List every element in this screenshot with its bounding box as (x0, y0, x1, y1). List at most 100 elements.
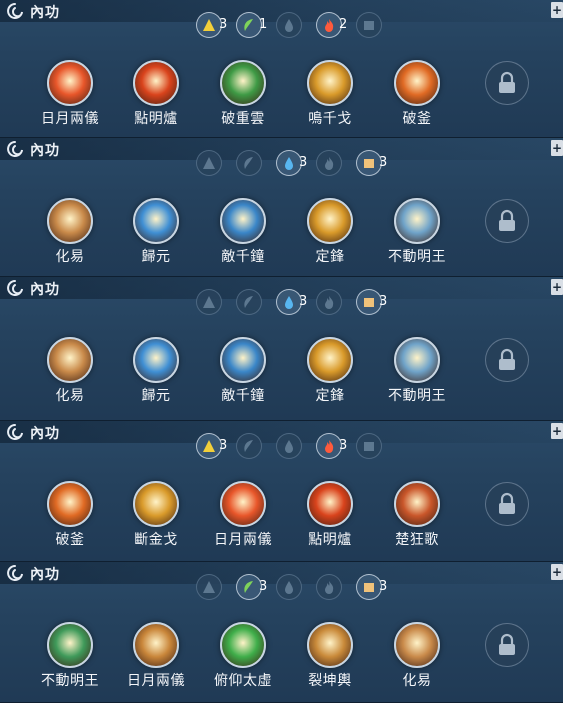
swirl-icon (4, 563, 26, 583)
skill-name: 敵千鐘 (221, 249, 265, 265)
skill-icon[interactable] (47, 198, 93, 244)
skill-name: 點明爐 (308, 532, 352, 548)
element-count: 3 (379, 579, 388, 594)
locked-skill-slot[interactable] (485, 61, 529, 105)
element-count: 3 (339, 438, 348, 453)
metal-element-icon[interactable]: 3 (196, 433, 227, 459)
earth-element-icon[interactable] (356, 433, 382, 459)
skill-icon[interactable] (220, 60, 266, 106)
skill-name: 歸元 (141, 388, 171, 404)
skill-name: 定鋒 (315, 249, 345, 265)
skill-name: 日月兩儀 (41, 111, 99, 127)
fire-element-icon[interactable] (316, 150, 342, 176)
skill-icon[interactable] (133, 60, 179, 106)
expand-plus-button[interactable]: + (551, 423, 563, 439)
element-count: 3 (259, 579, 268, 594)
wood-element-icon[interactable] (236, 150, 262, 176)
water-element-icon[interactable] (276, 12, 302, 38)
inner-skill-panel: 內功 +3 3 不動明王 日月兩儀 俯仰太虛 裂坤輿 化易 (0, 562, 563, 703)
panel-title: 內功 (30, 5, 60, 21)
skill-name: 俯仰太虛 (214, 673, 272, 689)
inner-skill-panel: 內功 +3 1 2 日月兩儀 點明爐 破重雲 鳴千戈 破釜 (0, 0, 563, 138)
skill-icon[interactable] (394, 337, 440, 383)
skill-name: 鳴千戈 (308, 111, 352, 127)
skill-name: 化易 (55, 249, 85, 265)
skill-name: 破釜 (402, 111, 432, 127)
expand-plus-button[interactable]: + (551, 279, 563, 295)
metal-element-icon[interactable] (196, 289, 222, 315)
skill-name: 不動明王 (388, 249, 446, 265)
expand-plus-button[interactable]: + (551, 564, 563, 580)
skill-icon[interactable] (394, 622, 440, 668)
panel-title: 內功 (30, 143, 60, 159)
skill-name: 裂坤輿 (308, 673, 352, 689)
fire-element-icon[interactable]: 3 (316, 433, 347, 459)
water-element-icon[interactable] (276, 433, 302, 459)
skill-icon[interactable] (220, 622, 266, 668)
element-count: 3 (299, 294, 308, 309)
skill-icon[interactable] (307, 60, 353, 106)
wood-element-icon[interactable]: 1 (236, 12, 267, 38)
locked-skill-slot[interactable] (485, 623, 529, 667)
skill-icon[interactable] (307, 622, 353, 668)
skill-icon[interactable] (133, 337, 179, 383)
inner-skill-panel: 內功 +3 3 化易 歸元 敵千鐘 定鋒 不動明王 (0, 138, 563, 277)
skill-icon[interactable] (47, 481, 93, 527)
fire-element-icon[interactable] (316, 574, 342, 600)
skill-icon[interactable] (307, 337, 353, 383)
wood-element-icon[interactable] (236, 433, 262, 459)
expand-plus-button[interactable]: + (551, 2, 563, 18)
fire-element-icon[interactable] (316, 289, 342, 315)
element-count: 3 (219, 438, 228, 453)
panel-title: 內功 (30, 282, 60, 298)
skill-name: 定鋒 (315, 388, 345, 404)
metal-element-icon[interactable] (196, 150, 222, 176)
earth-element-icon[interactable] (356, 12, 382, 38)
locked-skill-slot[interactable] (485, 482, 529, 526)
skill-name: 日月兩儀 (214, 532, 272, 548)
fire-element-icon[interactable]: 2 (316, 12, 347, 38)
panel-title: 內功 (30, 426, 60, 442)
skill-icon[interactable] (133, 622, 179, 668)
element-count: 3 (299, 155, 308, 170)
skill-icon[interactable] (220, 337, 266, 383)
skill-icon[interactable] (307, 481, 353, 527)
skill-icon[interactable] (47, 60, 93, 106)
metal-element-icon[interactable] (196, 574, 222, 600)
skill-icon[interactable] (220, 481, 266, 527)
inner-skill-panel: 內功 +3 3 化易 歸元 敵千鐘 定鋒 不動明王 (0, 277, 563, 421)
skill-name: 敵千鐘 (221, 388, 265, 404)
water-element-icon[interactable] (276, 574, 302, 600)
swirl-icon (4, 1, 26, 21)
skill-name: 歸元 (141, 249, 171, 265)
skill-icon[interactable] (220, 198, 266, 244)
skill-icon[interactable] (47, 337, 93, 383)
panel-title: 內功 (30, 567, 60, 583)
element-count: 3 (219, 17, 228, 32)
skill-icon[interactable] (394, 481, 440, 527)
skill-name: 日月兩儀 (127, 673, 185, 689)
skill-icon[interactable] (133, 481, 179, 527)
skill-icon[interactable] (394, 198, 440, 244)
earth-element-icon[interactable]: 3 (356, 150, 387, 176)
element-count: 2 (339, 17, 348, 32)
water-element-icon[interactable]: 3 (276, 289, 307, 315)
locked-skill-slot[interactable] (485, 199, 529, 243)
inner-skill-panel: 內功 +3 3 破釜 斷金戈 日月兩儀 點明爐 楚狂歌 (0, 421, 563, 562)
skill-icon[interactable] (47, 622, 93, 668)
earth-element-icon[interactable]: 3 (356, 289, 387, 315)
water-element-icon[interactable]: 3 (276, 150, 307, 176)
wood-element-icon[interactable]: 3 (236, 574, 267, 600)
metal-element-icon[interactable]: 3 (196, 12, 227, 38)
skill-icon[interactable] (394, 60, 440, 106)
swirl-icon (4, 139, 26, 159)
skill-icon[interactable] (307, 198, 353, 244)
element-count: 1 (259, 17, 268, 32)
wood-element-icon[interactable] (236, 289, 262, 315)
element-count: 3 (379, 294, 388, 309)
locked-skill-slot[interactable] (485, 338, 529, 382)
skill-icon[interactable] (133, 198, 179, 244)
earth-element-icon[interactable]: 3 (356, 574, 387, 600)
skill-name: 破釜 (55, 532, 85, 548)
expand-plus-button[interactable]: + (551, 140, 563, 156)
